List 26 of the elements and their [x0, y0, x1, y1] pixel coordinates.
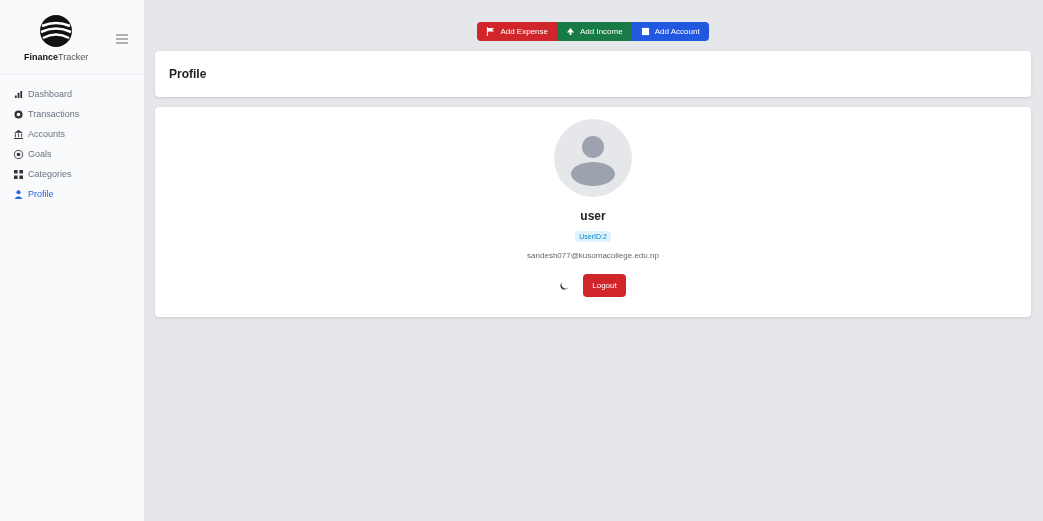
grid-icon — [14, 169, 23, 179]
flag-icon — [486, 27, 496, 36]
nav-item[interactable]: Dashboard — [14, 87, 144, 101]
action-button[interactable]: Add Income — [557, 22, 632, 41]
globe-logo-icon — [39, 14, 74, 48]
nav-item[interactable]: Transactions — [14, 107, 144, 121]
moon-icon[interactable] — [560, 281, 570, 290]
arrow-up-icon — [566, 27, 575, 36]
user-name: user — [580, 209, 606, 223]
action-button[interactable]: Add Expense — [477, 22, 557, 41]
action-button[interactable]: Add Account — [631, 22, 709, 41]
brand-name: FinanceTracker — [24, 52, 89, 62]
nav-item[interactable]: Accounts — [14, 127, 144, 141]
page-title: Profile — [155, 51, 1031, 97]
bar-chart-icon — [14, 89, 23, 99]
nav-item[interactable]: Profile — [14, 187, 144, 201]
nav-item[interactable]: Goals — [14, 147, 144, 161]
bank-icon — [14, 129, 23, 139]
circle-icon — [14, 109, 23, 119]
target-icon — [14, 149, 23, 159]
square-icon — [640, 27, 650, 36]
user-email: sandesh077@kusomacollege.edu.np — [527, 251, 659, 260]
nav-item[interactable]: Categories — [14, 167, 144, 181]
logout-button[interactable]: Logout — [583, 274, 626, 297]
user-icon — [14, 189, 23, 199]
user-avatar-icon — [554, 119, 632, 197]
